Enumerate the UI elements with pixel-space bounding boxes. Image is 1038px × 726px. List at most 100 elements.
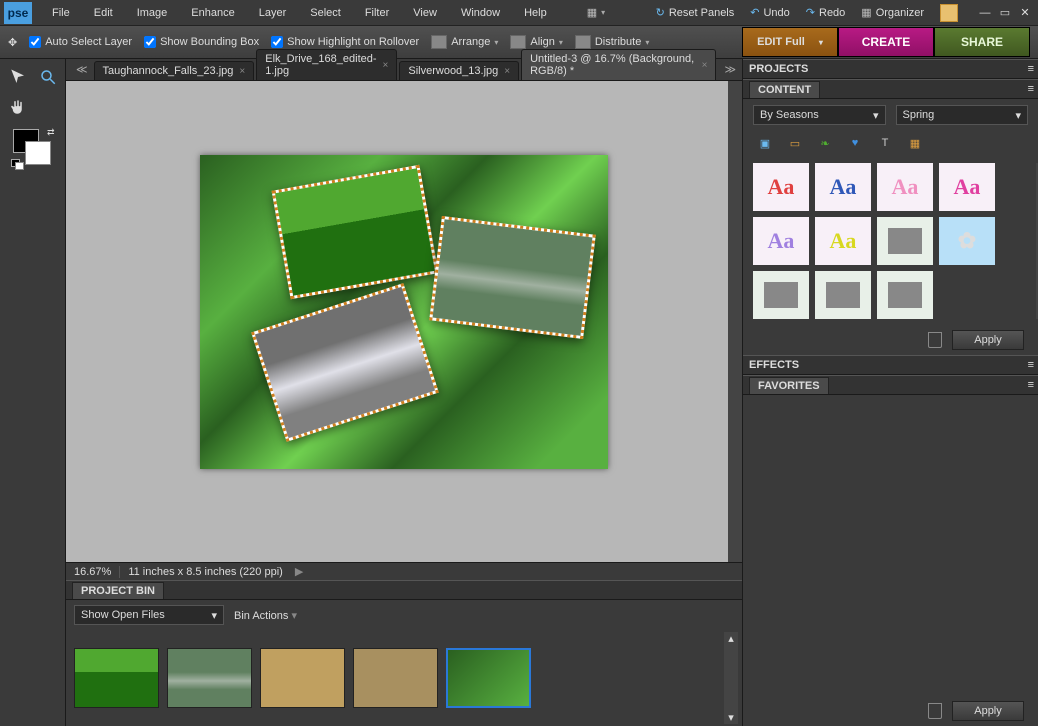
undo-label: Undo	[763, 7, 789, 19]
restore-window-button[interactable]: ▭	[996, 6, 1014, 20]
distribute-dropdown[interactable]: Distribute▾	[575, 35, 649, 49]
default-colors-icon[interactable]	[11, 159, 23, 169]
menu-enhance[interactable]: Enhance	[179, 3, 246, 23]
move-tool[interactable]	[5, 65, 31, 89]
bin-actions-menu[interactable]: Bin Actions ▾	[234, 609, 297, 622]
undo-button[interactable]: ↶Undo	[742, 4, 798, 21]
bin-thumb-0[interactable]	[74, 648, 159, 708]
content-item[interactable]: Aa	[815, 163, 871, 211]
show-bounding-box-checkbox[interactable]: Show Bounding Box	[144, 36, 259, 48]
projects-panel-header[interactable]: PROJECTS≡	[743, 59, 1038, 79]
content-filter-type[interactable]: By Seasons▾	[753, 105, 886, 125]
content-theme-icon[interactable]: ▦	[903, 133, 927, 153]
document-tab-2[interactable]: Silverwood_13.jpg×	[399, 61, 519, 80]
content-plant-icon[interactable]: ❧	[813, 133, 837, 153]
close-tab-icon[interactable]: ×	[383, 60, 389, 71]
bin-thumbnails: ▴▾	[66, 630, 742, 726]
content-item[interactable]	[877, 217, 933, 265]
content-item[interactable]: Aa	[877, 163, 933, 211]
photo-layer-3[interactable]	[251, 283, 439, 442]
home-icon	[940, 4, 958, 22]
zoom-tool[interactable]	[35, 65, 61, 89]
content-item[interactable]: ✿	[939, 217, 995, 265]
panel-menu-icon[interactable]: ≡	[1028, 359, 1034, 371]
photo-layer-2[interactable]	[429, 216, 596, 339]
trash-icon[interactable]	[928, 703, 942, 719]
panel-menu-icon[interactable]: ≡	[1028, 83, 1034, 95]
bin-thumb-3[interactable]	[353, 648, 438, 708]
home-button[interactable]	[932, 2, 966, 24]
content-text-icon[interactable]: T	[873, 133, 897, 153]
document-tab-1[interactable]: Elk_Drive_168_edited-1.jpg×	[256, 49, 397, 80]
content-photo-icon[interactable]: ▣	[753, 133, 777, 153]
close-window-button[interactable]: ✕	[1016, 6, 1034, 20]
bin-thumb-1[interactable]	[167, 648, 252, 708]
menu-edit[interactable]: Edit	[82, 3, 125, 23]
canvas[interactable]	[200, 155, 608, 469]
show-highlight-checkbox[interactable]: Show Highlight on Rollover	[271, 36, 419, 48]
menu-view[interactable]: View	[401, 3, 449, 23]
mode-edit-button[interactable]: EDIT Full▾	[742, 27, 838, 57]
document-tab-3[interactable]: Untitled-3 @ 16.7% (Background, RGB/8) *…	[521, 49, 716, 80]
menu-layer[interactable]: Layer	[247, 3, 299, 23]
content-filter-value[interactable]: Spring▾	[896, 105, 1029, 125]
align-dropdown[interactable]: Align▾	[510, 35, 562, 49]
hand-tool[interactable]	[5, 95, 31, 119]
panel-column: PROJECTS≡ CONTENT≡ By Seasons▾ Spring▾ ▣…	[742, 59, 1038, 726]
menu-help[interactable]: Help	[512, 3, 559, 23]
organizer-button[interactable]: ▦Organizer	[853, 4, 932, 21]
panel-menu-icon[interactable]: ≡	[1028, 63, 1034, 75]
menu-select[interactable]: Select	[298, 3, 353, 23]
bin-thumb-4[interactable]	[446, 648, 531, 708]
content-item[interactable]	[753, 271, 809, 319]
content-panel-header[interactable]: CONTENT≡	[743, 79, 1038, 99]
content-panel-body: By Seasons▾ Spring▾ ▣ ▭ ❧ ♥ T ▦ Aa Aa Aa…	[743, 99, 1038, 325]
favorites-panel-header[interactable]: FAVORITES≡	[743, 375, 1038, 395]
content-heart-icon[interactable]: ♥	[843, 133, 867, 153]
color-swatches[interactable]: ⇄	[13, 129, 53, 167]
status-menu-icon[interactable]: ▶	[295, 565, 303, 578]
document-tab-0[interactable]: Taughannock_Falls_23.jpg×	[94, 61, 255, 80]
auto-select-layer-checkbox[interactable]: Auto Select Layer	[29, 36, 132, 48]
project-bin-header[interactable]: PROJECT BIN	[66, 580, 742, 600]
reset-panels-button[interactable]: ↻Reset Panels	[648, 4, 743, 21]
close-tab-icon[interactable]: ×	[239, 66, 245, 77]
background-color-swatch[interactable]	[25, 141, 51, 165]
mode-create-button[interactable]: CREATE	[838, 27, 934, 57]
menu-image[interactable]: Image	[125, 3, 180, 23]
trash-icon[interactable]	[928, 332, 942, 348]
canvas-scrollbar-v[interactable]	[728, 81, 742, 562]
bin-filter-select[interactable]: Show Open Files▾	[74, 605, 224, 625]
align-icon	[510, 35, 526, 49]
content-panel-footer: Apply	[743, 325, 1038, 355]
photo-layer-1[interactable]	[272, 165, 439, 299]
swap-colors-icon[interactable]: ⇄	[47, 127, 55, 138]
redo-button[interactable]: ↷Redo	[798, 4, 854, 21]
tabs-scroll-right[interactable]: ≫	[718, 63, 742, 76]
arrange-dropdown[interactable]: Arrange▾	[431, 35, 498, 49]
mode-share-button[interactable]: SHARE	[934, 27, 1030, 57]
menu-filter[interactable]: Filter	[353, 3, 401, 23]
content-apply-button[interactable]: Apply	[952, 330, 1024, 350]
zoom-level[interactable]: 16.67%	[66, 566, 120, 578]
bin-thumb-2[interactable]	[260, 648, 345, 708]
content-item[interactable]: Aa	[753, 163, 809, 211]
minimize-window-button[interactable]: —	[976, 6, 994, 20]
content-item[interactable]: Aa	[815, 217, 871, 265]
content-item[interactable]	[815, 271, 871, 319]
content-item[interactable]: Aa	[939, 163, 995, 211]
arrange-documents-button[interactable]: ▦▾	[579, 4, 613, 21]
close-tab-icon[interactable]: ×	[702, 60, 708, 71]
close-tab-icon[interactable]: ×	[504, 66, 510, 77]
menu-window[interactable]: Window	[449, 3, 512, 23]
content-item[interactable]: Aa	[753, 217, 809, 265]
content-item[interactable]	[877, 271, 933, 319]
bin-scrollbar[interactable]: ▴▾	[724, 632, 738, 724]
content-frame-icon[interactable]: ▭	[783, 133, 807, 153]
tabs-scroll-left[interactable]: ≪	[70, 63, 94, 76]
canvas-area[interactable]	[66, 81, 742, 562]
favorites-apply-button[interactable]: Apply	[952, 701, 1024, 721]
panel-menu-icon[interactable]: ≡	[1028, 379, 1034, 391]
effects-panel-header[interactable]: EFFECTS≡	[743, 355, 1038, 375]
menu-file[interactable]: File	[40, 3, 82, 23]
